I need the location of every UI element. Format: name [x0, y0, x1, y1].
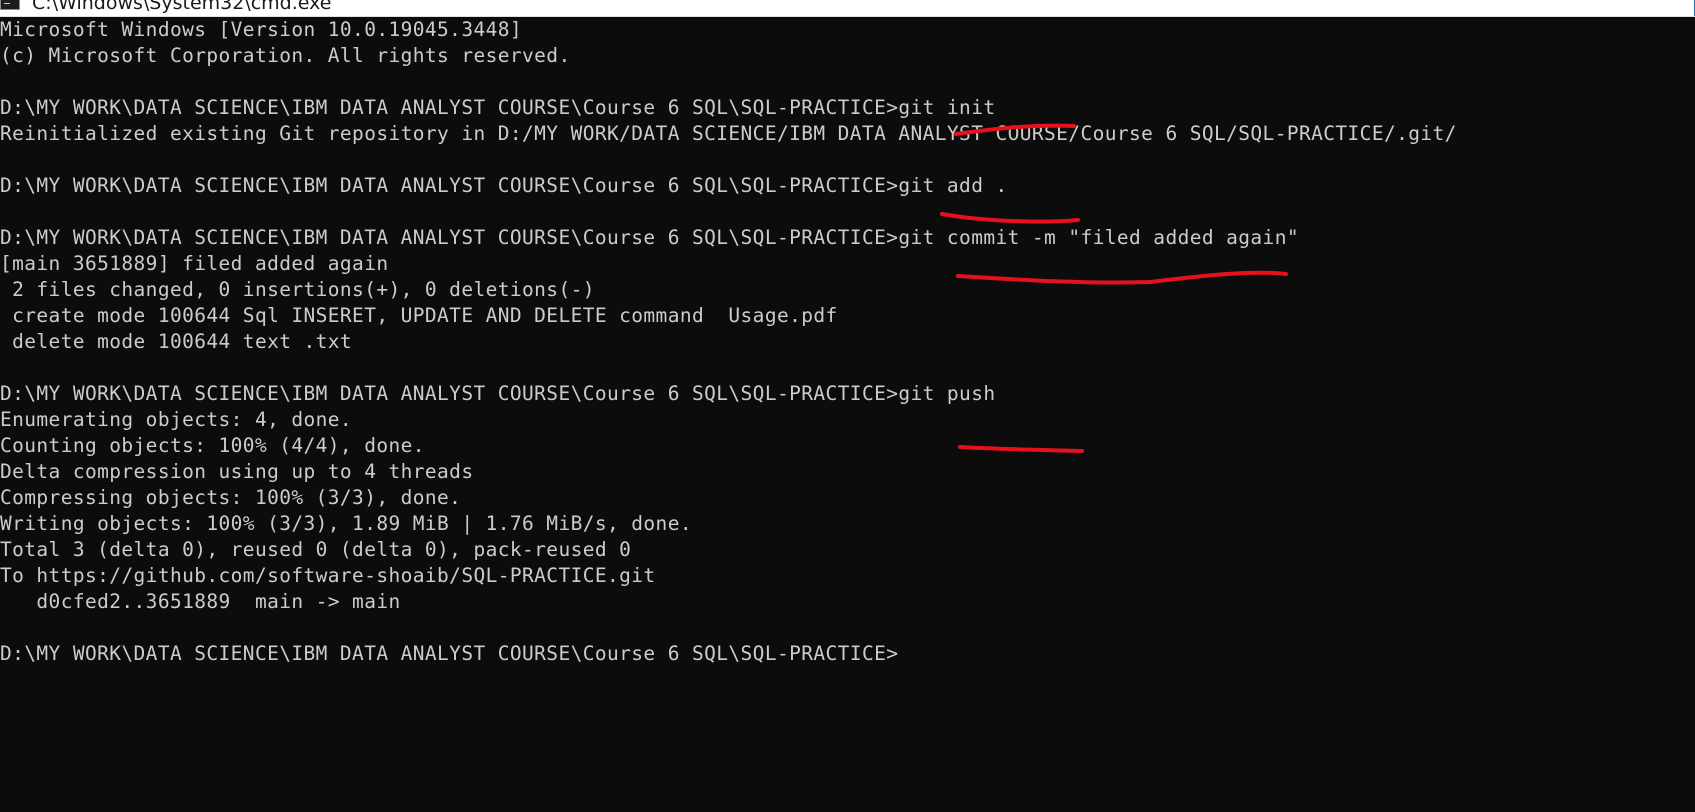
cmd-window: C:\Windows\System32\cmd.exe Microsoft Wi…: [0, 0, 1695, 812]
console-line: Writing objects: 100% (3/3), 1.89 MiB | …: [0, 512, 692, 535]
console-line: D:\MY WORK\DATA SCIENCE\IBM DATA ANALYST…: [0, 226, 1299, 249]
console-line: (c) Microsoft Corporation. All rights re…: [0, 44, 571, 67]
console-line: D:\MY WORK\DATA SCIENCE\IBM DATA ANALYST…: [0, 174, 1008, 197]
console-line: Compressing objects: 100% (3/3), done.: [0, 486, 462, 509]
console-line: Enumerating objects: 4, done.: [0, 408, 353, 431]
window-title: C:\Windows\System32\cmd.exe: [32, 0, 332, 14]
console-line: [main 3651889] filed added again: [0, 252, 389, 275]
console-line: Delta compression using up to 4 threads: [0, 460, 474, 483]
console-line: Total 3 (delta 0), reused 0 (delta 0), p…: [0, 538, 632, 561]
console-line: d0cfed2..3651889 main -> main: [0, 590, 401, 613]
console-line: delete mode 100644 text .txt: [0, 330, 353, 353]
console-line: D:\MY WORK\DATA SCIENCE\IBM DATA ANALYST…: [0, 382, 996, 405]
cmd-icon: [0, 0, 20, 10]
console-line: create mode 100644 Sql INSERET, UPDATE A…: [0, 304, 838, 327]
console-line: Reinitialized existing Git repository in…: [0, 122, 1457, 145]
console-line: 2 files changed, 0 insertions(+), 0 dele…: [0, 278, 595, 301]
console-line: D:\MY WORK\DATA SCIENCE\IBM DATA ANALYST…: [0, 96, 996, 119]
console-line: Counting objects: 100% (4/4), done.: [0, 434, 425, 457]
console-line: D:\MY WORK\DATA SCIENCE\IBM DATA ANALYST…: [0, 642, 899, 665]
console-line: To https://github.com/software-shoaib/SQ…: [0, 564, 656, 587]
title-bar[interactable]: C:\Windows\System32\cmd.exe: [0, 0, 1695, 17]
console-line: Microsoft Windows [Version 10.0.19045.34…: [0, 18, 523, 41]
console-output[interactable]: Microsoft Windows [Version 10.0.19045.34…: [0, 17, 1695, 812]
